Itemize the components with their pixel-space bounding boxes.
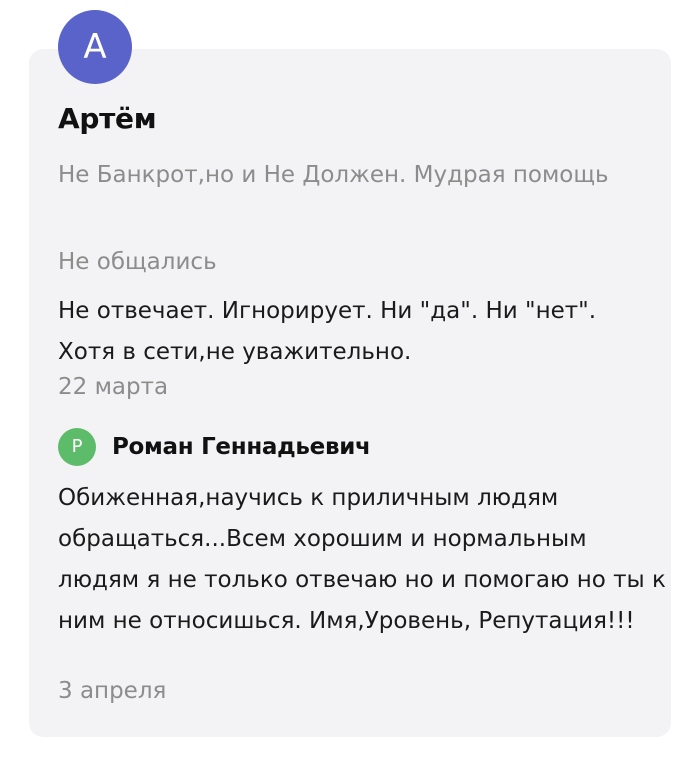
reply-date: 3 апреля (58, 678, 167, 704)
author-avatar[interactable]: А (58, 10, 132, 84)
reply-text: Обиженная,научись к приличным людям обра… (58, 485, 666, 634)
reply-avatar[interactable]: Р (58, 428, 96, 466)
review-interaction-status: Не общались (58, 249, 217, 275)
review-date: 22 марта (58, 374, 169, 400)
review-company-name: Не Банкрот,но и Не Должен. Мудрая помощь (58, 162, 609, 188)
review-author-name[interactable]: Артём (58, 102, 157, 135)
reply-header: Р Роман Геннадьевич (58, 427, 371, 467)
reply-author-name[interactable]: Роман Геннадьевич (112, 434, 371, 460)
review-text: Не отвечает. Игнорирует. Ни "да". Ни "не… (58, 298, 597, 365)
